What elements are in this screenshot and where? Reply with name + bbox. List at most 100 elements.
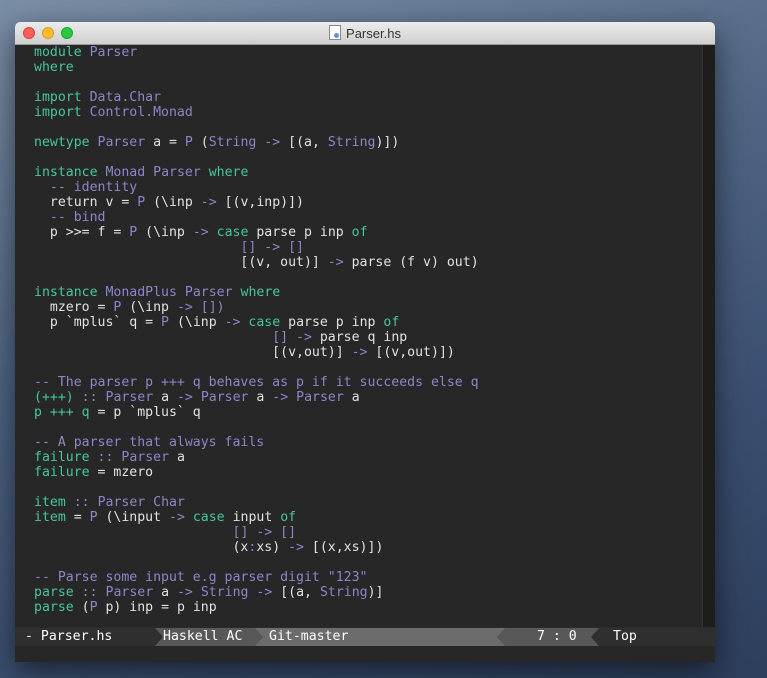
modeline-major-mode[interactable]: Haskell AC — [155, 628, 255, 646]
code-token: item — [34, 495, 66, 510]
minibuffer[interactable] — [15, 646, 715, 662]
code-line[interactable]: -- identity — [34, 180, 479, 195]
code-line[interactable]: instance Monad Parser where — [34, 165, 479, 180]
code-token: case — [192, 510, 225, 525]
code-token: P — [184, 135, 193, 150]
code-line[interactable]: [] -> parse q inp — [34, 330, 479, 345]
code-token: where — [240, 285, 281, 300]
code-token: Parser — [97, 135, 146, 150]
code-line[interactable]: (+++) :: Parser a -> Parser a -> Parser … — [34, 390, 479, 405]
haskell-file-icon — [329, 25, 342, 40]
code-token: p +++ q — [34, 405, 90, 420]
code-text[interactable]: module Parser where import Data.Char impor… — [34, 45, 479, 615]
code-token: -> — [351, 345, 368, 360]
code-token: )]) — [375, 135, 400, 150]
code-token: parse (f v) out) — [343, 255, 479, 270]
code-line[interactable]: failure = mzero — [34, 465, 479, 480]
code-token: a — [153, 390, 177, 405]
code-line[interactable] — [34, 480, 479, 495]
code-token: String — [200, 585, 249, 600]
code-token: = mzero — [89, 465, 154, 480]
code-token: -> — [176, 300, 193, 315]
code-line[interactable]: [] -> [] — [34, 240, 479, 255]
code-line[interactable]: -- Parse some input e.g parser digit "12… — [34, 570, 479, 585]
code-token: where — [208, 165, 249, 180]
code-line[interactable]: -- bind — [34, 210, 479, 225]
code-line[interactable]: item :: Parser Char — [34, 495, 479, 510]
code-token: failure — [34, 465, 90, 480]
code-line[interactable]: item = P (\input -> case input of — [34, 510, 479, 525]
modeline-cursor-position: 7 : 0 — [505, 628, 599, 646]
code-token: [(x,xs)]) — [303, 540, 384, 555]
code-line[interactable]: where — [34, 60, 479, 75]
code-token: -- The parser p +++ q behaves as p if it… — [34, 375, 479, 390]
code-token: Parser — [184, 285, 233, 300]
code-line[interactable]: (x:xs) -> [(x,xs)]) — [34, 540, 479, 555]
code-line[interactable] — [34, 420, 479, 435]
code-line[interactable]: failure :: Parser a — [34, 450, 479, 465]
code-line[interactable] — [34, 360, 479, 375]
mode-line: - Parser.hs Haskell AC Git-master 7 : 0 … — [15, 628, 715, 646]
title-bar[interactable]: Parser.hs — [15, 22, 715, 45]
code-line[interactable]: p >>= f = P (\inp -> case parse p inp of — [34, 225, 479, 240]
code-token: parse q inp — [311, 330, 408, 345]
code-token: -> — [176, 390, 193, 405]
code-line[interactable] — [34, 150, 479, 165]
code-line[interactable]: import Data.Char — [34, 90, 479, 105]
code-line[interactable] — [34, 270, 479, 285]
code-token: case — [248, 315, 281, 330]
code-line[interactable]: -- A parser that always fails — [34, 435, 479, 450]
code-line[interactable]: [] -> [] — [34, 525, 479, 540]
code-token: (\inp — [169, 315, 225, 330]
code-token: module — [34, 45, 82, 60]
code-line[interactable]: return v = P (\inp -> [(v,inp)]) — [34, 195, 479, 210]
code-line[interactable]: [(v,out)] -> [(v,out)]) — [34, 345, 479, 360]
code-token: :: — [97, 450, 114, 465]
code-line[interactable]: parse (P p) inp = p inp — [34, 600, 479, 615]
code-token: -> — [256, 585, 273, 600]
code-token: Parser — [121, 450, 170, 465]
code-line[interactable]: instance MonadPlus Parser where — [34, 285, 479, 300]
code-token: a — [248, 390, 273, 405]
code-token: of — [383, 315, 400, 330]
code-line[interactable]: import Control.Monad — [34, 105, 479, 120]
code-line[interactable] — [34, 75, 479, 90]
code-token: ( — [73, 600, 90, 615]
code-token: p `mplus` q = — [34, 315, 162, 330]
code-editor[interactable]: module Parser where import Data.Char impor… — [15, 45, 715, 627]
code-token: Parser — [153, 165, 201, 180]
code-token: = — [65, 510, 90, 525]
code-line[interactable]: mzero = P (\inp -> []) — [34, 300, 479, 315]
code-token: -> — [200, 195, 217, 210]
code-line[interactable]: -- The parser p +++ q behaves as p if it… — [34, 375, 479, 390]
code-token: (+++) — [34, 390, 74, 405]
code-token: Parser — [97, 495, 146, 510]
code-line[interactable]: [(v, out)] -> parse (f v) out) — [34, 255, 479, 270]
window-title-text: Parser.hs — [346, 26, 401, 41]
code-token: Parser — [105, 390, 154, 405]
code-line[interactable]: module Parser — [34, 45, 479, 60]
code-line[interactable]: p +++ q = p `mplus` q — [34, 405, 479, 420]
code-line[interactable]: parse :: Parser a -> String -> [(a, Stri… — [34, 585, 479, 600]
code-token: parse — [34, 600, 74, 615]
code-token: Control.Monad — [89, 105, 193, 120]
code-token: Parser — [200, 390, 249, 405]
code-line[interactable] — [34, 555, 479, 570]
separator-arrow-icon — [255, 628, 263, 646]
code-line[interactable] — [34, 120, 479, 135]
vertical-scrollbar[interactable] — [702, 45, 715, 627]
code-token: -> — [288, 540, 304, 555]
code-token: -- identity — [49, 180, 138, 195]
code-line[interactable]: newtype Parser a = P (String -> [(a, Str… — [34, 135, 479, 150]
code-line[interactable]: p `mplus` q = P (\inp -> case parse p in… — [34, 315, 479, 330]
